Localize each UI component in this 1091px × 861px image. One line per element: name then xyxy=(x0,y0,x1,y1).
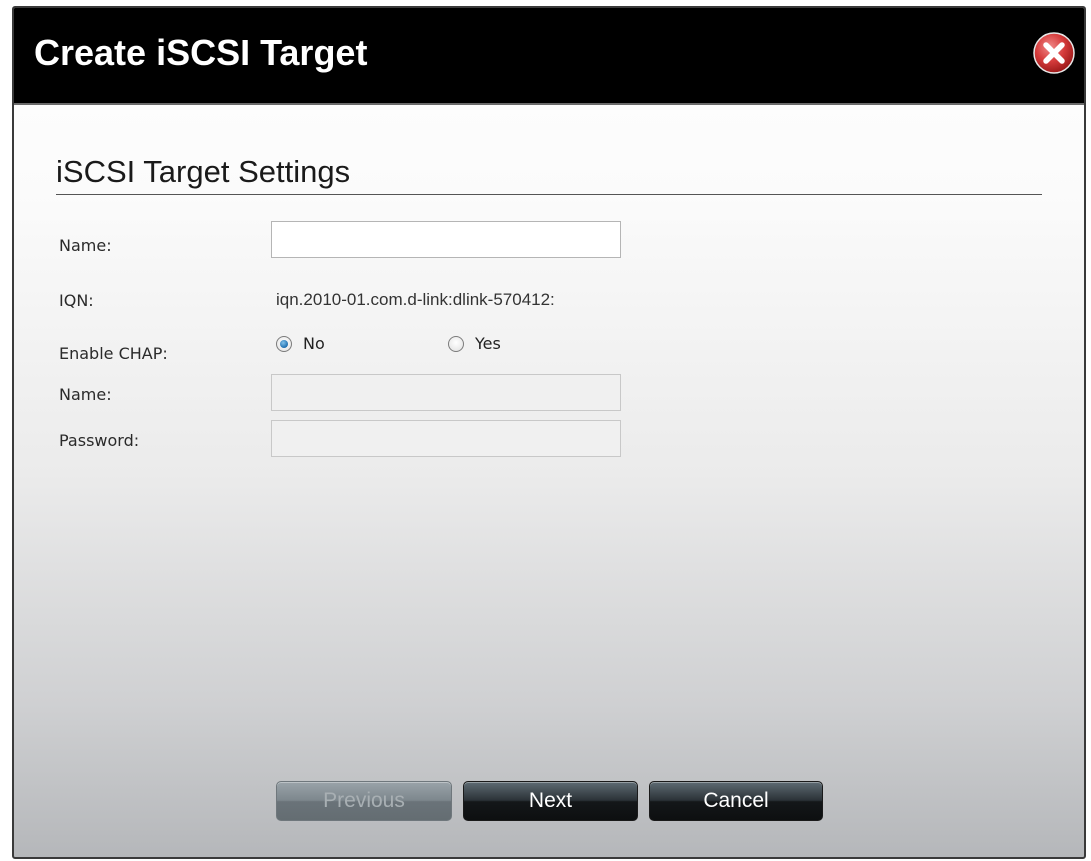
chap-name-input[interactable] xyxy=(271,374,621,411)
radio-selected-icon xyxy=(276,335,292,352)
enable-chap-label: Enable CHAP: xyxy=(59,344,168,363)
chap-radio-yes[interactable]: Yes xyxy=(448,334,501,353)
chap-name-label: Name: xyxy=(59,385,112,404)
chap-radio-no-label: No xyxy=(303,334,325,353)
create-iscsi-target-dialog: Create iSCSI Target iSCSI Target Setting… xyxy=(12,6,1086,859)
iqn-value: iqn.2010-01.com.d-link:dlink-570412: xyxy=(276,290,555,309)
chap-radio-yes-label: Yes xyxy=(475,334,501,353)
close-icon[interactable] xyxy=(1032,31,1076,75)
chap-password-input[interactable] xyxy=(271,420,621,457)
target-name-input[interactable] xyxy=(271,221,621,258)
dialog-titlebar: Create iSCSI Target xyxy=(14,8,1084,105)
chap-radio-no[interactable]: No xyxy=(276,334,325,353)
password-label: Password: xyxy=(59,431,140,450)
dialog-title: Create iSCSI Target xyxy=(34,32,368,73)
iqn-label: IQN: xyxy=(59,291,94,310)
cancel-button[interactable]: Cancel xyxy=(649,781,823,821)
radio-unselected-icon xyxy=(448,335,464,352)
name-label: Name: xyxy=(59,236,112,255)
next-button[interactable]: Next xyxy=(463,781,638,821)
section-title: iSCSI Target Settings xyxy=(56,154,351,189)
section-divider xyxy=(56,194,1042,195)
previous-button[interactable]: Previous xyxy=(276,781,452,821)
